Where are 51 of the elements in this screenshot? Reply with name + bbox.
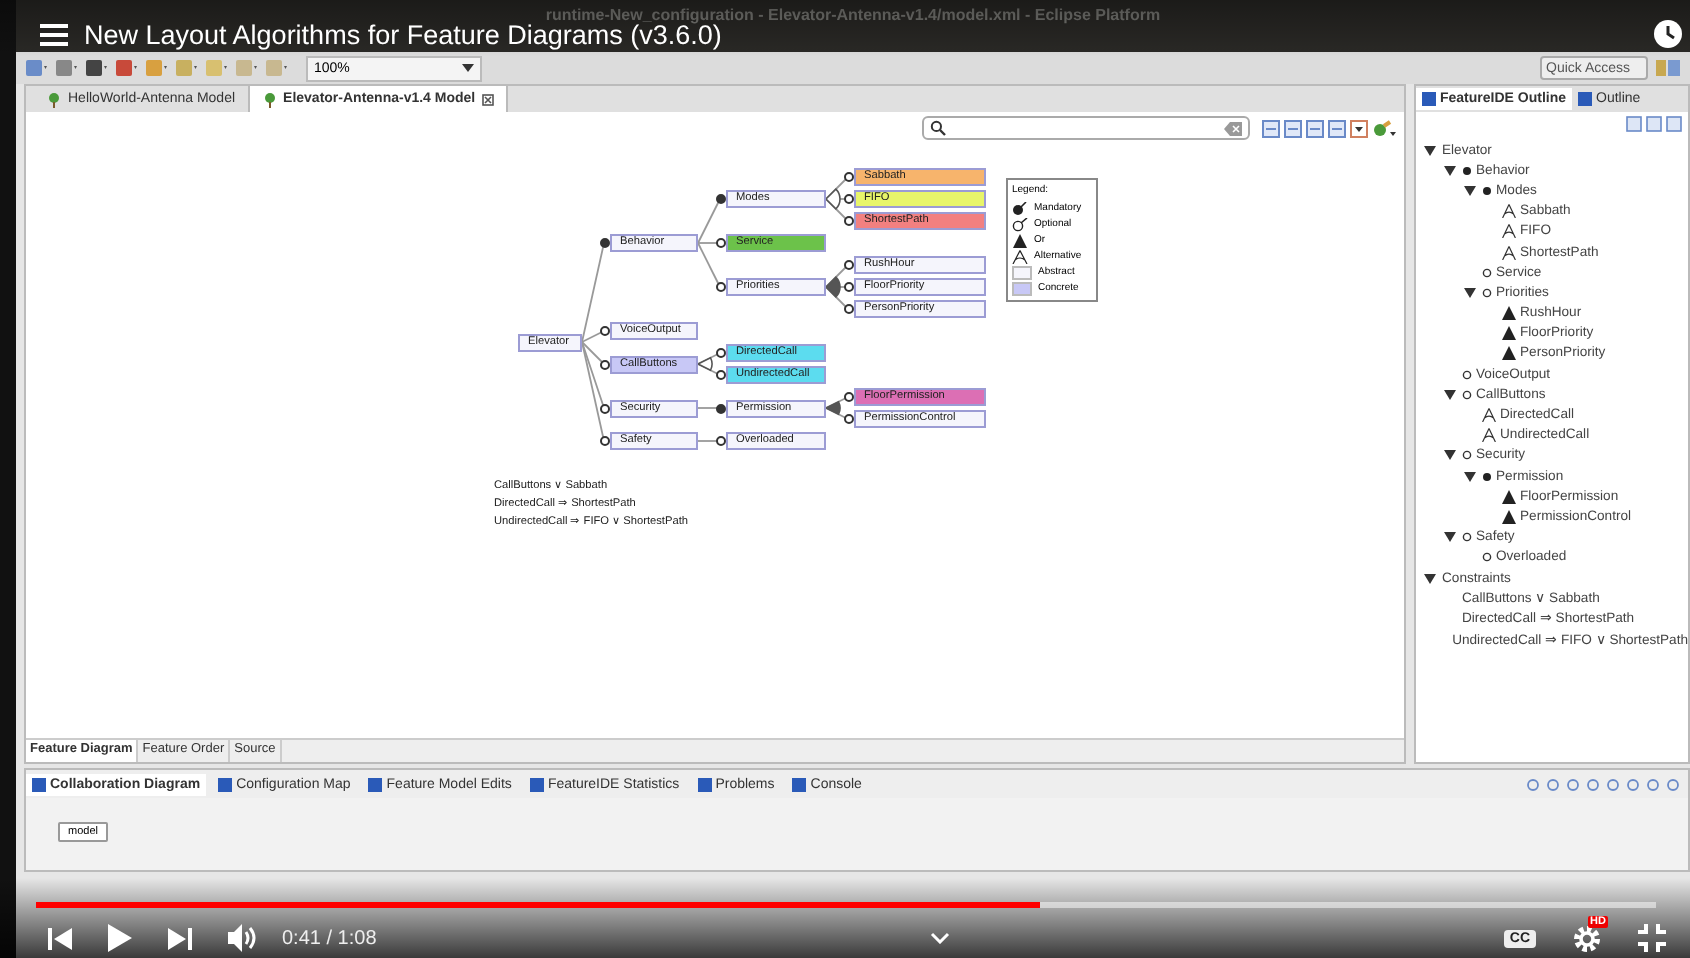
previous-icon[interactable] <box>48 927 72 949</box>
perspective-icon[interactable] <box>1654 58 1682 78</box>
expanded-arrow-icon[interactable] <box>1464 287 1478 298</box>
mandatory-icon <box>1482 471 1492 482</box>
menu-icon[interactable] <box>40 23 68 45</box>
expanded-arrow-icon[interactable] <box>1444 450 1458 461</box>
layout-button[interactable] <box>1284 119 1302 137</box>
alternative-icon <box>1502 204 1516 219</box>
layout-button[interactable] <box>1262 119 1280 137</box>
layout-button[interactable] <box>1306 119 1324 137</box>
next-icon[interactable] <box>168 927 192 949</box>
expanded-arrow-icon[interactable] <box>1444 532 1458 543</box>
connector-line <box>697 440 721 442</box>
caret-icon <box>462 64 474 72</box>
chevron-down-icon[interactable] <box>930 932 951 944</box>
expanded-arrow-icon[interactable] <box>1424 145 1438 156</box>
time-display: 0:41 / 1:08 <box>282 927 377 949</box>
play-icon[interactable] <box>108 924 132 952</box>
alternative-icon <box>1012 249 1028 263</box>
volume-icon[interactable] <box>228 924 258 952</box>
expanded-arrow-icon[interactable] <box>1464 471 1478 482</box>
exit-fullscreen-icon[interactable] <box>1638 924 1667 952</box>
toolbar-button[interactable] <box>84 58 108 78</box>
settings-icon[interactable] <box>1572 923 1603 953</box>
search-icon <box>930 120 946 136</box>
concrete-swatch-icon <box>1012 281 1032 295</box>
clear-icon[interactable] <box>1224 121 1242 135</box>
alternative-icon <box>1482 408 1496 423</box>
alternative-icon <box>1502 224 1516 239</box>
toolbar-button[interactable] <box>114 58 138 78</box>
window-title: runtime-New_configuration - Elevator-Antenna-v1.4/model.xml - Eclipse Platform <box>545 6 1161 24</box>
abstract-swatch-icon <box>1012 265 1032 279</box>
tree-icon <box>261 91 278 107</box>
search-field[interactable] <box>922 116 1250 140</box>
optional-icon <box>1012 217 1028 231</box>
connector-line <box>697 407 721 409</box>
progress-track[interactable] <box>36 902 1656 908</box>
expanded-arrow-icon[interactable] <box>1444 165 1458 176</box>
dropdown-button[interactable] <box>1350 119 1368 137</box>
close-icon[interactable] <box>481 93 494 105</box>
expanded-arrow-icon[interactable] <box>1464 185 1478 196</box>
or-icon <box>1012 233 1028 247</box>
mandatory-icon <box>1012 201 1028 215</box>
optional-icon <box>1462 450 1472 461</box>
expanded-arrow-icon[interactable] <box>1444 389 1458 400</box>
plugin-icon[interactable] <box>1372 119 1396 137</box>
clock-icon[interactable] <box>1654 20 1682 48</box>
tree-icon <box>46 91 62 107</box>
alternative-icon <box>1482 428 1496 443</box>
expanded-arrow-icon[interactable] <box>1424 573 1438 584</box>
alternative-icon <box>1502 245 1516 260</box>
